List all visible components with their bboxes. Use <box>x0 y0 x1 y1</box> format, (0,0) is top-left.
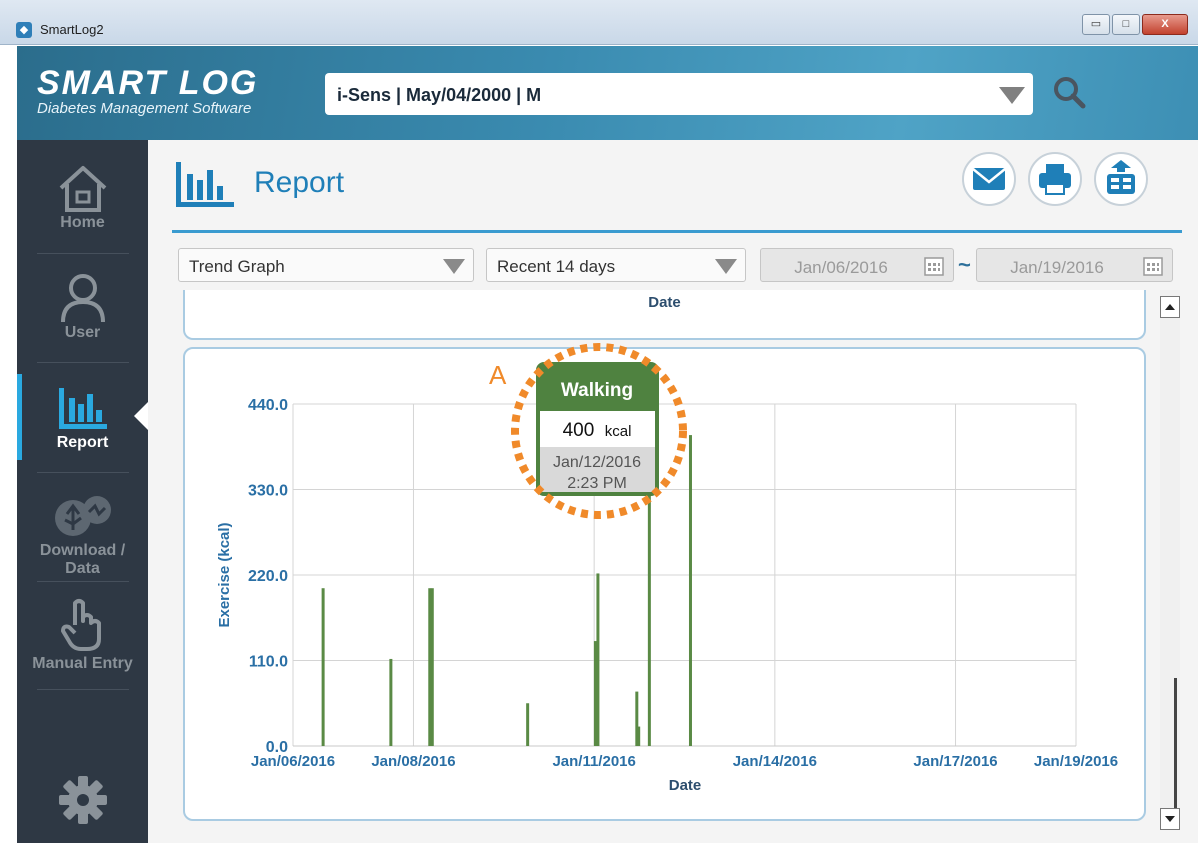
exercise-trend-chart: 0.0110.0220.0330.0440.0 Jan/06/2016 Jan/0… <box>216 343 1118 794</box>
data-tooltip: Walking 400 kcal Jan/12/2016 2:23 PM <box>536 362 659 496</box>
exercise-bar[interactable] <box>688 435 692 746</box>
x-axis-label: Date <box>669 777 702 794</box>
exercise-bar[interactable] <box>596 573 600 746</box>
y-tick-label: 110.0 <box>249 654 288 671</box>
x-tick-label: Jan/14/2016 <box>733 753 817 770</box>
tooltip-time: 2:23 PM <box>567 475 627 492</box>
exercise-bar[interactable] <box>430 588 434 746</box>
y-tick-label: 220.0 <box>248 568 288 585</box>
y-tick-label: 440.0 <box>248 397 288 414</box>
x-tick-label: Jan/08/2016 <box>371 753 455 770</box>
tooltip-value: 400 <box>563 420 595 441</box>
x-tick-label: Jan/06/2016 <box>251 753 335 770</box>
x-tick-label: Jan/11/2016 <box>552 753 635 770</box>
exercise-bar[interactable] <box>321 588 325 746</box>
exercise-bar[interactable] <box>637 726 641 746</box>
y-axis-label: Exercise (kcal) <box>216 522 233 627</box>
tooltip-unit: kcal <box>605 423 632 440</box>
x-tick-label: Jan/17/2016 <box>913 753 997 770</box>
exercise-bar[interactable] <box>389 658 393 746</box>
tooltip-title: Walking <box>561 380 633 401</box>
y-tick-label: 330.0 <box>248 483 288 500</box>
tooltip-value-row: 400 kcal <box>563 420 632 441</box>
exercise-bar[interactable] <box>526 703 530 746</box>
tooltip-date: Jan/12/2016 <box>553 454 641 471</box>
x-tick-label: Jan/19/2016 <box>1034 753 1118 770</box>
annotation-marker: A <box>489 360 507 390</box>
